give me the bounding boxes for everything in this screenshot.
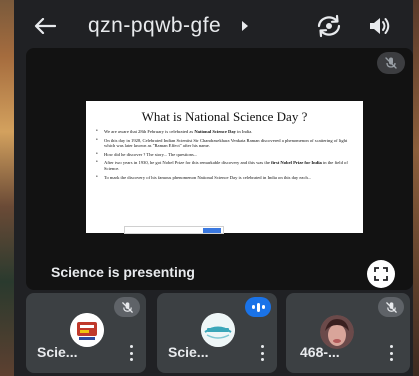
presenter-mic-off-indicator — [377, 52, 405, 74]
science-logo-icon — [201, 313, 235, 347]
slide-bullets: We are aware that 28th February is celeb… — [96, 129, 353, 180]
slide-caption-bar — [124, 226, 224, 234]
participant-tiles: Scie... Scie... 468-... — [26, 293, 413, 373]
background-edge-right — [413, 0, 419, 376]
speaker-icon[interactable] — [368, 15, 392, 37]
slide-title: What is National Science Day ? — [141, 109, 308, 124]
meeting-details-caret-icon[interactable] — [242, 21, 248, 31]
meet-app: qzn-pqwb-gfe What is National Science Da… — [14, 0, 413, 376]
background-edge-left — [0, 0, 14, 376]
participant-tile[interactable]: Scie... — [26, 293, 146, 373]
participant-name: 468-... — [300, 344, 340, 360]
more-vert-icon[interactable] — [128, 345, 134, 361]
avatar — [201, 313, 235, 347]
slide-bullet: On this day in 1928, Celebrated Indian S… — [96, 138, 353, 149]
slide-caption-button — [203, 228, 221, 233]
mic-off-icon — [385, 301, 397, 313]
avatar — [70, 313, 104, 347]
participant-tile[interactable]: Scie... — [157, 293, 277, 373]
switch-camera-icon[interactable] — [316, 14, 342, 38]
slide-bullet: After two years in 1930, he got Nobel Pr… — [96, 160, 353, 171]
mic-off-indicator — [378, 297, 404, 317]
slide-bullet: To mark the discovery of his famous phen… — [96, 175, 353, 181]
mic-off-icon — [385, 57, 397, 69]
participant-name: Scie... — [37, 344, 78, 360]
slide-bullet: We are aware that 28th February is celeb… — [96, 129, 353, 135]
participant-name: Scie... — [168, 344, 209, 360]
mic-off-indicator — [114, 297, 140, 317]
shared-slide: What is National Science Day ? We are aw… — [86, 101, 363, 233]
fullscreen-button[interactable] — [367, 260, 395, 288]
slide-bullet: How did he discover ? The story... The q… — [96, 152, 353, 158]
arrow-left-icon[interactable] — [34, 18, 56, 34]
participant-tile[interactable]: 468-... — [286, 293, 410, 373]
more-vert-icon[interactable] — [388, 345, 394, 361]
more-vert-icon[interactable] — [259, 345, 265, 361]
mic-off-icon — [121, 301, 133, 313]
meeting-code[interactable]: qzn-pqwb-gfe — [88, 14, 221, 38]
audio-level-icon — [245, 297, 271, 317]
top-bar: qzn-pqwb-gfe — [14, 0, 413, 52]
presenting-label: Science is presenting — [51, 264, 195, 280]
presentation-stage[interactable]: What is National Science Day ? We are aw… — [26, 48, 413, 290]
fullscreen-icon — [374, 267, 388, 281]
logo-badge-icon — [70, 313, 104, 347]
